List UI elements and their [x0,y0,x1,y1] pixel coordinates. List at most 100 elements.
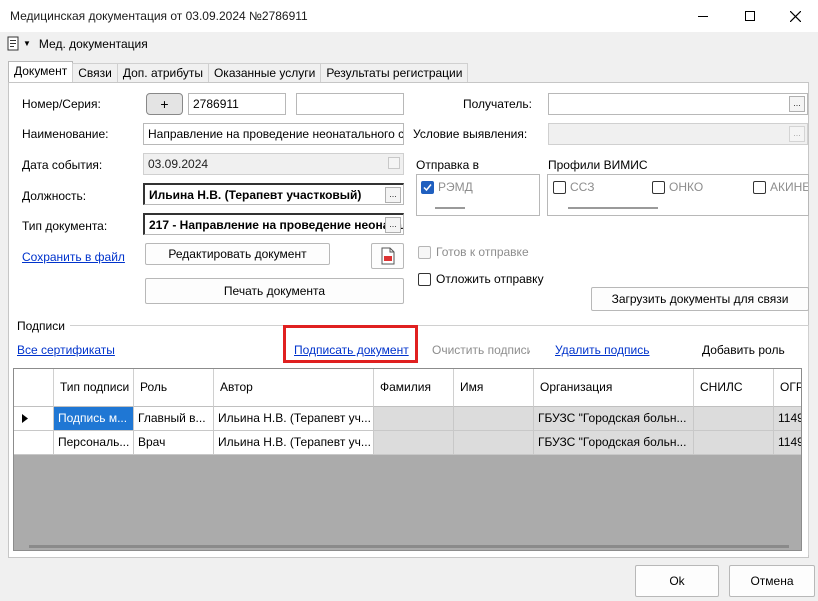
signatures-group-label: Подписи [17,319,65,333]
signatures-grid: Тип подписи Роль Автор Фамилия Имя Орган… [13,368,802,551]
document-menu-icon [7,36,19,51]
edit-document-button[interactable]: Редактировать документ [145,243,330,265]
condition-picker-button: ... [789,126,805,142]
med-docs-menu[interactable]: ▼ Мед. документация [7,36,148,51]
number-field[interactable]: 2786911 [188,93,286,115]
table-cell[interactable]: Ильина Н.В. (Терапевт уч... [214,407,374,431]
group-divider [70,325,808,326]
tab-extra-attributes[interactable]: Доп. атрибуты [116,63,209,82]
close-button[interactable] [772,0,818,32]
scroll-indicator [435,207,465,209]
recipient-label: Получатель: [463,97,532,111]
calendar-icon [388,157,400,169]
row-header[interactable] [14,431,54,455]
number-label: Номер/Серия: [22,97,101,111]
table-cell[interactable]: Персональ... [54,431,134,455]
group-border-right [808,325,809,555]
print-document-button[interactable]: Печать документа [145,278,404,304]
condition-field [548,123,808,145]
window-title: Медицинская документация от 03.09.2024 №… [10,9,308,23]
column-header-role[interactable]: Роль [134,369,214,407]
tab-strip: Документ Связи Доп. атрибуты Оказанные у… [8,61,469,82]
add-role-button[interactable]: Добавить роль [702,343,785,357]
akineo-checkbox[interactable] [753,181,766,194]
position-picker-button[interactable]: ... [385,187,401,203]
doctype-label: Тип документа: [22,219,108,233]
row-header[interactable] [14,407,54,431]
horizontal-scrollbar[interactable] [29,545,789,548]
maximize-icon [745,11,755,21]
remd-label: РЭМД [438,180,473,194]
recipient-field[interactable] [548,93,808,115]
condition-label: Условие выявления: [413,127,528,141]
date-value: 03.09.2024 [148,157,209,171]
table-cell[interactable]: 11492 [774,407,801,431]
menu-item-label: Мед. документация [38,36,148,51]
table-cell[interactable]: Главный в... [134,407,214,431]
grid-row-header-corner [14,369,54,407]
delete-signature-link[interactable]: Удалить подпись [555,343,650,357]
table-cell[interactable] [694,431,774,455]
column-header-surname[interactable]: Фамилия [374,369,454,407]
series-field[interactable] [296,93,404,115]
vimis-profiles-label: Профили ВИМИС [548,158,648,172]
load-documents-button[interactable]: Загрузить документы для связи [591,287,809,311]
table-cell[interactable]: Врач [134,431,214,455]
ssz-checkbox[interactable] [553,181,566,194]
title-bar: Медицинская документация от 03.09.2024 №… [0,0,818,32]
cancel-button[interactable]: Отмена [729,565,815,597]
table-cell[interactable] [374,431,454,455]
tab-links[interactable]: Связи [72,63,118,82]
table-cell[interactable] [454,407,534,431]
name-field[interactable]: Направление на проведение неонатального … [143,123,404,145]
tab-document[interactable]: Документ [8,61,74,82]
column-header-snils[interactable]: СНИЛС [694,369,774,407]
table-cell[interactable]: 11492 [774,431,801,455]
date-field: 03.09.2024 [143,153,404,175]
table-cell[interactable] [454,431,534,455]
table-cell[interactable] [374,407,454,431]
menu-bar: ▼ Мед. документация [0,32,818,56]
minimize-icon [698,15,708,17]
onko-checkbox[interactable] [652,181,665,194]
send-to-label: Отправка в [416,158,479,172]
sign-document-link[interactable]: Подписать документ [294,343,409,357]
column-header-ogrn[interactable]: ОГРН [774,369,801,407]
column-header-signature-type[interactable]: Тип подписи [54,369,134,407]
tab-services[interactable]: Оказанные услуги [207,63,322,82]
all-certificates-link[interactable]: Все сертификаты [17,343,115,357]
vimis-profiles-box: ССЗ ОНКО АКИНЕО [547,174,809,216]
position-label: Должность: [22,189,87,203]
position-field[interactable]: Ильина Н.В. (Терапевт участковый) [143,183,404,205]
dropdown-arrow-icon: ▼ [23,39,31,48]
clear-signatures-link: Очистить подписи [432,343,530,357]
column-header-first-name[interactable]: Имя [454,369,534,407]
table-cell[interactable]: Подпись м... [54,407,134,431]
add-number-button[interactable]: + [146,93,183,115]
table-cell[interactable]: ГБУЗС "Городская больн... [534,431,694,455]
onko-label: ОНКО [669,180,704,194]
doctype-field[interactable]: 217 - Направление на проведение неонатал… [143,213,404,235]
doctype-picker-button[interactable]: ... [385,217,401,233]
column-header-author[interactable]: Автор [214,369,374,407]
tab-registration-results[interactable]: Результаты регистрации [320,63,469,82]
minimize-button[interactable] [680,0,726,32]
column-header-organization[interactable]: Организация [534,369,694,407]
maximize-button[interactable] [727,0,773,32]
table-cell[interactable]: Ильина Н.В. (Терапевт уч... [214,431,374,455]
send-to-box: РЭМД [416,174,540,216]
position-value: Ильина Н.В. (Терапевт участковый) [149,188,362,202]
date-label: Дата события: [22,158,103,172]
ok-button[interactable]: Ok [635,565,719,597]
remd-checkbox[interactable] [421,181,434,194]
close-icon [789,10,801,22]
pdf-button[interactable] [371,243,404,269]
ready-to-send-checkbox [418,246,431,259]
table-cell[interactable]: ГБУЗС "Городская больн... [534,407,694,431]
table-cell[interactable] [694,407,774,431]
recipient-picker-button[interactable]: ... [789,96,805,112]
row-pointer-icon [22,414,28,423]
save-to-file-link[interactable]: Сохранить в файл [22,250,125,264]
postpone-send-checkbox[interactable] [418,273,431,286]
akineo-label: АКИНЕО [770,180,808,194]
